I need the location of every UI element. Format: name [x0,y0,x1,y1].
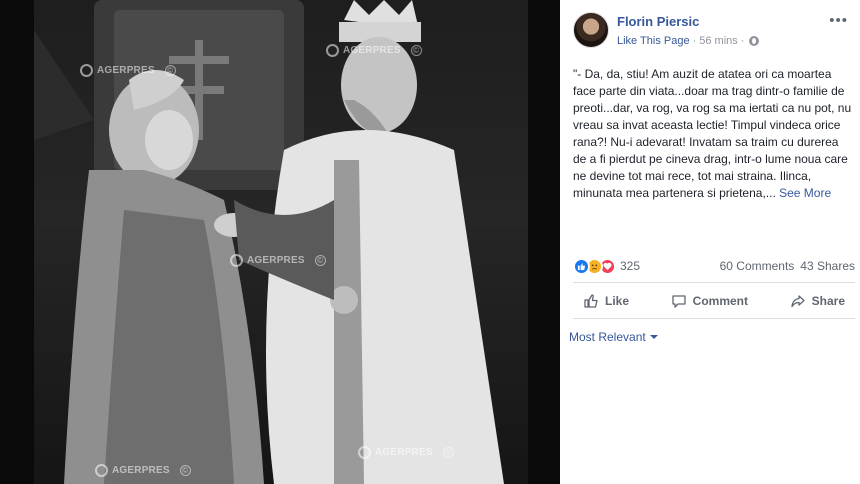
agerpres-logo-icon [358,446,371,459]
meta-separator: · [740,35,745,47]
agerpres-logo-icon [230,254,243,267]
watermark: AGERPRES © [358,446,454,459]
photo-viewer: AGERPRES © AGERPRES © AGERPRES © AGERPRE… [0,0,560,484]
like-page-link[interactable]: Like This Page [617,35,690,47]
caret-down-icon [649,335,658,339]
agerpres-logo-icon [95,464,108,477]
watermark: AGERPRES © [80,64,176,77]
post-actions: Like Comment Share [573,288,855,314]
share-label: Share [811,294,845,308]
thumbs-up-icon [573,257,590,275]
watermark: AGERPRES © [326,44,422,57]
post-header: Florin Piersic Like This Page · 56 mins … [573,12,760,48]
divider [573,282,855,283]
watermark: AGERPRES © [95,464,191,477]
post-side-panel: ••• Florin Piersic Like This Page · 56 m… [560,0,860,484]
comment-button[interactable]: Comment [671,293,748,309]
speech-bubble-icon [672,295,686,308]
reaction-count: 325 [620,259,641,273]
author-name[interactable]: Florin Piersic [617,14,759,29]
shares-count[interactable]: 43 Shares [800,259,855,273]
divider [573,318,855,319]
post-meta: Like This Page · 56 mins · [617,35,760,47]
agerpres-logo-icon [326,44,339,57]
engagement-counts: 60 Comments 43 Shares [720,259,855,273]
share-arrow-icon [790,295,805,308]
comments-count[interactable]: 60 Comments [720,259,795,273]
comment-label: Comment [692,294,748,308]
agerpres-logo-icon [80,64,93,77]
post-text: "- Da, da, stiu! Am auzit de atatea ori … [573,66,855,202]
reactions-summary[interactable]: 325 [573,257,641,275]
comments-filter-dropdown[interactable]: Most Relevant [569,330,658,344]
like-label: Like [605,294,630,308]
close-icon[interactable]: ••• [829,12,848,29]
meta-separator: · [692,35,697,47]
like-button[interactable]: Like [583,293,629,309]
post-stats: 325 60 Comments 43 Shares [573,256,855,276]
watermark: AGERPRES © [230,254,326,267]
author-block: Florin Piersic Like This Page · 56 mins … [617,12,760,48]
share-button[interactable]: Share [790,293,845,309]
comments-filter-label: Most Relevant [569,330,646,344]
globe-icon[interactable] [749,36,760,46]
post-time[interactable]: 56 mins [699,35,738,47]
see-more-link[interactable]: See More [779,186,831,200]
post-body: "- Da, da, stiu! Am auzit de atatea ori … [573,67,852,200]
thumbs-up-icon [584,294,598,308]
avatar[interactable] [573,12,609,48]
